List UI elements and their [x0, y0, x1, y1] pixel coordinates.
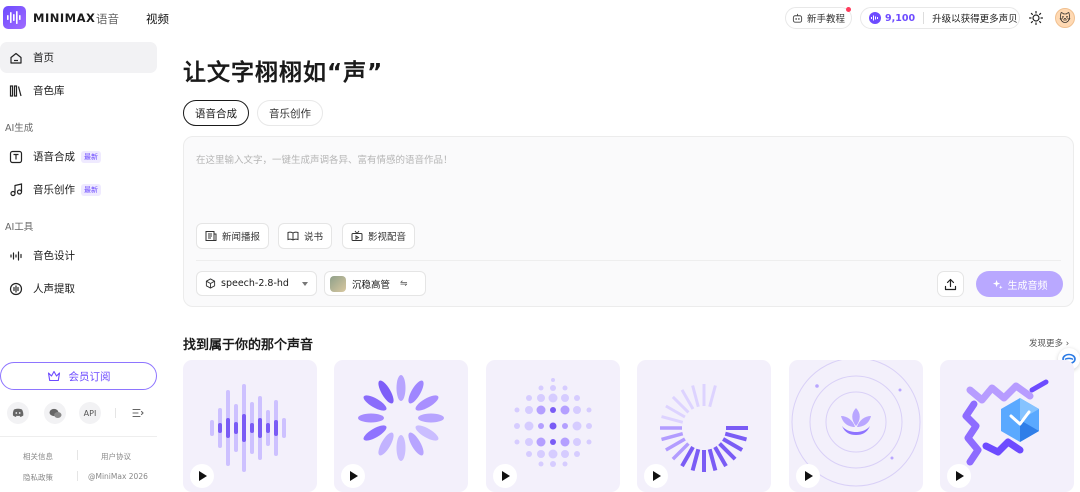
credits-coin-icon: [869, 12, 881, 24]
credits-pill[interactable]: 9,100 升级以获得更多声贝: [860, 7, 1020, 29]
discover-more-label: 发现更多: [1029, 339, 1064, 349]
discord-icon[interactable]: [7, 402, 29, 424]
new-badge: 最新: [81, 150, 101, 163]
chip-label: 新闻播报: [222, 232, 261, 243]
model-select[interactable]: speech-2.8-hd: [196, 271, 317, 296]
discover-more-link[interactable]: 发现更多 ›: [1029, 337, 1069, 349]
book-icon: [287, 231, 299, 241]
chip-label: 影视配音: [368, 232, 407, 243]
footer-divider: [77, 471, 78, 481]
section-ai-tools: AI工具: [5, 222, 34, 233]
sidebar-item-label: 首页: [33, 52, 54, 64]
voice-card[interactable]: [334, 360, 468, 492]
voice-card[interactable]: [637, 360, 771, 492]
upload-icon: [944, 278, 957, 290]
tutorial-button[interactable]: 新手教程: [785, 7, 852, 29]
menu-collapse-icon[interactable]: [127, 402, 149, 424]
play-button[interactable]: [796, 464, 820, 488]
membership-label: 会员订阅: [68, 370, 111, 383]
sidebar-item-label: 人声提取: [33, 283, 75, 295]
robot-icon: [792, 13, 803, 23]
editor-divider: [196, 260, 1061, 261]
chip-news[interactable]: 新闻播报: [196, 223, 270, 249]
sidebar-item-home[interactable]: 首页: [0, 42, 157, 73]
upload-button[interactable]: [937, 271, 964, 297]
text-editor[interactable]: 在这里输入文字，一键生成声调各异、富有情感的语音作品！ 新闻播报 说书 影视配音…: [183, 136, 1074, 307]
sidebar-item-tts[interactable]: 语音合成 最新: [0, 141, 157, 172]
chip-storytelling[interactable]: 说书: [278, 223, 333, 249]
sidebar-item-label: 语音合成: [33, 151, 75, 163]
sidebar-item-label: 音色库: [33, 85, 65, 97]
wechat-icon[interactable]: [44, 402, 66, 424]
notification-dot: [846, 7, 851, 12]
play-button[interactable]: [190, 464, 214, 488]
sparkle-icon: [992, 279, 1003, 289]
home-icon: [10, 52, 22, 64]
generate-label: 生成音频: [1007, 280, 1048, 292]
sidebar-divider: [0, 436, 157, 437]
nav-voice[interactable]: 语音: [96, 11, 119, 27]
text-voice-icon: [9, 150, 23, 163]
newspaper-icon: [205, 231, 217, 241]
voice-card[interactable]: [183, 360, 317, 492]
tv-icon: [351, 230, 363, 241]
generate-audio-button[interactable]: 生成音频: [976, 271, 1063, 297]
sidebar-item-label: 音乐创作: [33, 184, 75, 196]
voice-card[interactable]: [789, 360, 923, 492]
editor-placeholder[interactable]: 在这里输入文字，一键生成声调各异、富有情感的语音作品！: [196, 152, 453, 166]
voice-card[interactable]: [486, 360, 620, 492]
chip-film-dubbing[interactable]: 影视配音: [342, 223, 416, 249]
user-avatar[interactable]: 🐱: [1055, 8, 1075, 28]
extract-icon: [9, 282, 23, 295]
sidebar-item-voice-library[interactable]: 音色库: [0, 75, 157, 106]
chip-label: 说书: [304, 232, 324, 243]
sidebar: 首页 音色库 AI生成 语音合成 最新 音乐创作 最新 AI工具 音色设计 人声…: [0, 36, 158, 492]
minimax-logo-icon[interactable]: [3, 6, 26, 29]
tab-music[interactable]: 音乐创作: [257, 100, 323, 126]
api-link[interactable]: API: [79, 402, 101, 424]
voice-avatar: [330, 275, 346, 292]
footer-about[interactable]: 相关信息: [23, 451, 53, 462]
voice-card[interactable]: [940, 360, 1074, 492]
credits-divider: [923, 12, 925, 24]
play-button[interactable]: [493, 464, 517, 488]
music-note-icon: [10, 182, 23, 196]
tab-tts[interactable]: 语音合成: [183, 100, 249, 126]
social-divider: [115, 408, 116, 418]
footer-divider: [77, 450, 78, 460]
tutorial-label: 新手教程: [807, 14, 846, 25]
footer-privacy[interactable]: 隐私政策: [23, 472, 53, 483]
crown-icon: [47, 370, 60, 382]
new-badge: 最新: [81, 183, 101, 196]
nav-video[interactable]: 视频: [146, 11, 169, 27]
page-title: 让文字栩栩如“声”: [183, 60, 384, 86]
section-ai-generation: AI生成: [5, 123, 34, 134]
brand-name[interactable]: MINIMAX: [33, 11, 95, 25]
upgrade-link[interactable]: 升级以获得更多声贝: [932, 11, 1018, 25]
library-icon: [9, 84, 22, 97]
voice-design-icon: [10, 250, 22, 261]
swap-icon[interactable]: ⇋: [400, 279, 408, 289]
play-button[interactable]: [947, 464, 971, 488]
voice-name: 沉稳高管: [352, 279, 391, 291]
theme-sun-icon[interactable]: [1029, 11, 1043, 25]
cube-icon: [205, 278, 216, 289]
voice-select[interactable]: 沉稳高管 ⇋: [324, 271, 426, 296]
play-button[interactable]: [644, 464, 668, 488]
section-title: 找到属于你的那个声音: [183, 338, 314, 353]
sidebar-item-voice-extract[interactable]: 人声提取: [0, 273, 157, 304]
membership-button[interactable]: 会员订阅: [0, 362, 157, 390]
sidebar-item-music[interactable]: 音乐创作 最新: [0, 174, 157, 205]
model-name: speech-2.8-hd: [221, 278, 289, 289]
chevron-down-icon: [302, 282, 308, 286]
play-button[interactable]: [341, 464, 365, 488]
sidebar-item-label: 音色设计: [33, 250, 75, 262]
footer-copyright: @MiniMax 2026: [88, 472, 148, 481]
credits-value: 9,100: [885, 12, 916, 24]
footer-agreement[interactable]: 用户协议: [101, 451, 131, 462]
sidebar-item-voice-design[interactable]: 音色设计: [0, 240, 157, 271]
top-bar: MINIMAX 语音 视频 新手教程 9,100 升级以获得更多声贝 🐱: [0, 0, 1080, 36]
